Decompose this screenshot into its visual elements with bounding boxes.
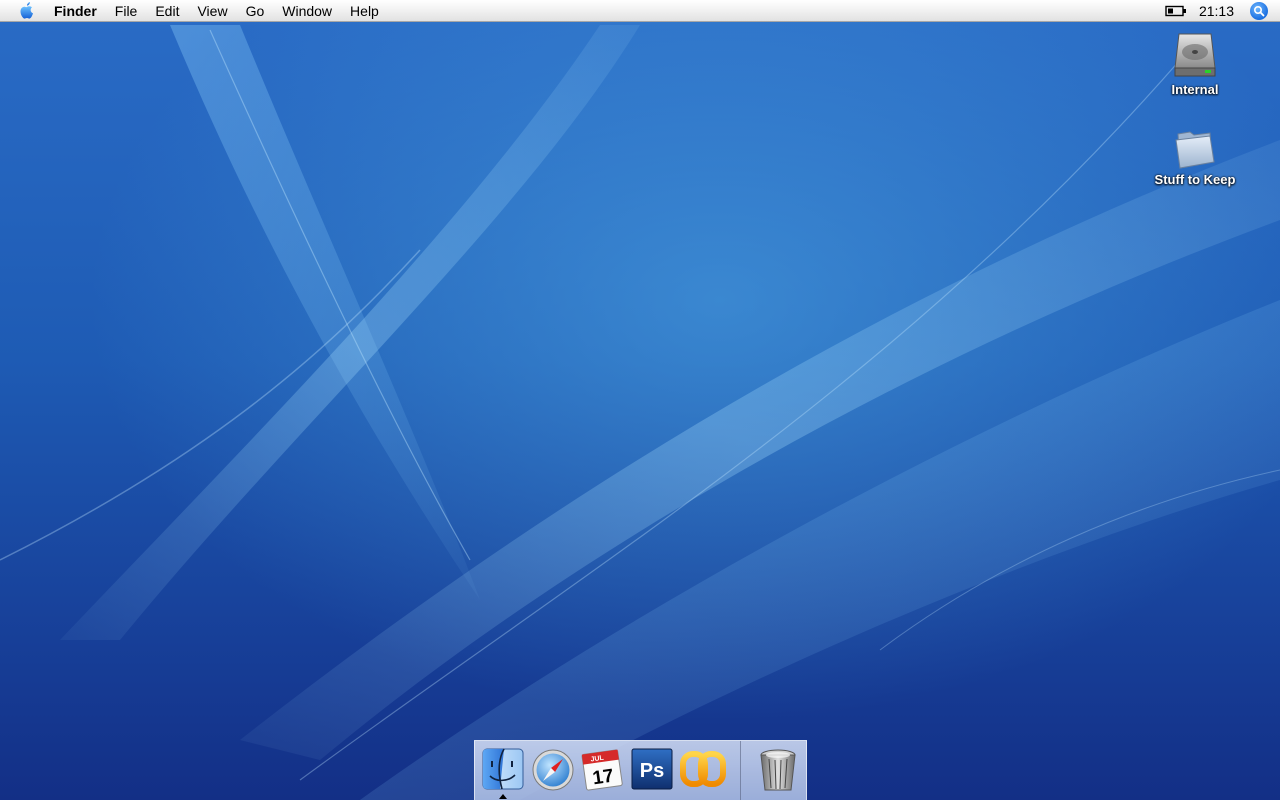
- apple-logo-icon: [20, 2, 33, 19]
- photoshop-icon: Ps: [631, 748, 673, 790]
- apple-menu-button[interactable]: [0, 0, 54, 22]
- wallpaper: [0, 25, 1280, 800]
- trash-icon: [760, 749, 796, 791]
- dock-item-finder[interactable]: [480, 746, 526, 799]
- dock: JUL 17 Ps: [474, 740, 807, 800]
- desktop-icon-internal[interactable]: Internal: [1140, 30, 1250, 97]
- menu-extras: 21:13: [1165, 0, 1280, 22]
- desktop-icon-label: Internal: [1171, 82, 1219, 97]
- hard-drive-icon: [1174, 33, 1216, 77]
- running-indicator: [499, 794, 507, 799]
- dock-item-trash[interactable]: [755, 746, 801, 794]
- desktop[interactable]: Finder File Edit View Go Window Help 21:…: [0, 0, 1280, 800]
- folder-icon: [1175, 131, 1215, 169]
- spotlight-button[interactable]: [1250, 2, 1268, 20]
- desktop-icon-stuff-to-keep[interactable]: Stuff to Keep: [1140, 124, 1250, 187]
- menu-edit[interactable]: Edit: [146, 0, 188, 22]
- spotlight-search-icon: [1253, 5, 1265, 17]
- menu-view[interactable]: View: [188, 0, 236, 22]
- menu-file[interactable]: File: [106, 0, 147, 22]
- chain-links-app-icon: [680, 751, 726, 787]
- menu-window[interactable]: Window: [273, 0, 341, 22]
- ical-day: 17: [591, 766, 615, 790]
- menu-clock[interactable]: 21:13: [1199, 3, 1234, 19]
- battery-menu[interactable]: [1165, 5, 1187, 17]
- finder-icon: [482, 748, 524, 790]
- safari-icon: [532, 749, 574, 791]
- ical-icon: JUL 17: [581, 749, 623, 791]
- battery-icon: [1165, 5, 1186, 17]
- dock-item-chain-app[interactable]: [679, 746, 726, 794]
- menu-bar: Finder File Edit View Go Window Help 21:…: [0, 0, 1280, 22]
- dock-item-safari[interactable]: [530, 746, 576, 794]
- menu-help[interactable]: Help: [341, 0, 388, 22]
- dock-item-ical[interactable]: JUL 17: [579, 746, 625, 794]
- dock-item-photoshop[interactable]: Ps: [629, 746, 675, 794]
- menu-go[interactable]: Go: [237, 0, 274, 22]
- menu-finder[interactable]: Finder: [54, 0, 106, 22]
- photoshop-label: Ps: [640, 760, 664, 782]
- dock-separator: [740, 741, 741, 800]
- desktop-icon-label: Stuff to Keep: [1154, 172, 1236, 187]
